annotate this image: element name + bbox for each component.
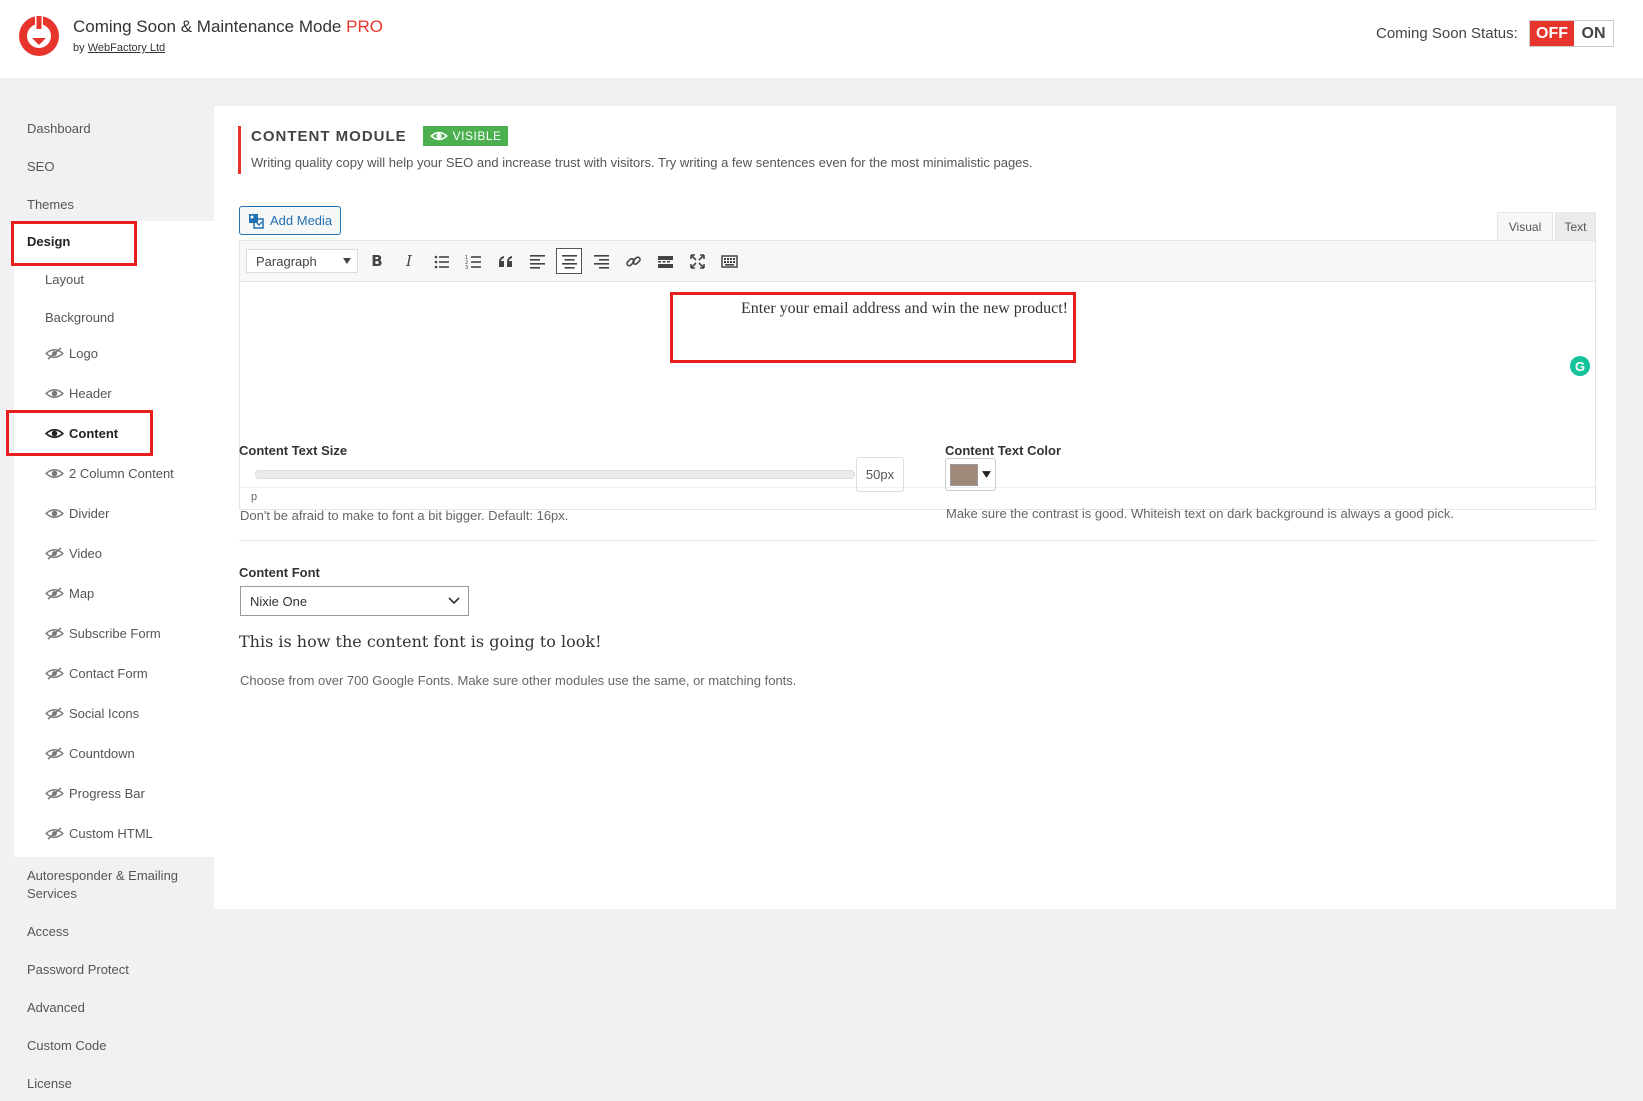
section-divider: [239, 540, 1596, 541]
color-swatch: [950, 463, 978, 486]
add-media-button[interactable]: Add Media: [239, 206, 342, 235]
eye-icon: [45, 509, 64, 518]
chevron-down-icon: [448, 597, 460, 605]
content-font-label: Content Font: [239, 565, 320, 580]
nav-custom-code[interactable]: Custom Code: [27, 1038, 106, 1053]
highlight-design: [11, 221, 137, 266]
content-text-color-picker[interactable]: [945, 458, 996, 491]
sub-background[interactable]: Background: [45, 310, 114, 325]
nav-access[interactable]: Access: [27, 924, 69, 939]
eye-slash-icon: [45, 747, 64, 760]
plugin-logo-icon: [19, 14, 59, 56]
align-right-icon[interactable]: [588, 248, 614, 274]
module-logo[interactable]: Logo: [45, 346, 98, 361]
eye-slash-icon: [45, 627, 64, 640]
italic-icon[interactable]: I: [396, 248, 422, 274]
eye-slash-icon: [45, 587, 64, 600]
highlight-editor-text: [670, 292, 1076, 363]
nav-seo[interactable]: SEO: [27, 159, 54, 174]
bold-icon[interactable]: B: [364, 248, 390, 274]
byline: by WebFactory Ltd: [73, 42, 166, 54]
module-custom-html[interactable]: Custom HTML: [45, 826, 153, 841]
coming-soon-status-toggle[interactable]: OFF ON: [1529, 20, 1614, 47]
caret-down-icon: [982, 471, 991, 478]
eye-slash-icon: [45, 347, 64, 360]
eye-slash-icon: [45, 707, 64, 720]
blockquote-icon[interactable]: [492, 248, 518, 274]
svg-text:3: 3: [465, 265, 468, 270]
app-title: Coming Soon & Maintenance Mode PRO: [73, 17, 383, 36]
fullscreen-icon[interactable]: [684, 248, 710, 274]
eye-slash-icon: [45, 787, 64, 800]
read-more-icon[interactable]: [652, 248, 678, 274]
content-font-help: Choose from over 700 Google Fonts. Make …: [240, 673, 797, 688]
link-icon[interactable]: [620, 248, 646, 274]
nav-autoresponder[interactable]: Autoresponder & Emailing Services: [27, 867, 202, 903]
module-header: CONTENT MODULE VISIBLE Writing quality c…: [238, 126, 1033, 174]
numbered-list-icon[interactable]: 123: [460, 248, 486, 274]
nav-themes[interactable]: Themes: [27, 197, 74, 212]
eye-icon: [429, 131, 448, 141]
nav-license[interactable]: License: [27, 1076, 72, 1091]
grammarly-icon[interactable]: G: [1570, 356, 1590, 376]
content-text-size-slider[interactable]: [255, 470, 855, 479]
nav-advanced[interactable]: Advanced: [27, 1000, 85, 1015]
content-font-preview: This is how the content font is going to…: [239, 632, 602, 651]
align-left-icon[interactable]: [524, 248, 550, 274]
module-contact-form[interactable]: Contact Form: [45, 666, 148, 681]
module-subscribe-form[interactable]: Subscribe Form: [45, 626, 161, 641]
nav-dashboard[interactable]: Dashboard: [27, 121, 91, 136]
toggle-off[interactable]: OFF: [1530, 21, 1574, 46]
content-text-size-label: Content Text Size: [239, 443, 348, 458]
module-title: CONTENT MODULE VISIBLE: [251, 126, 1033, 146]
bullet-list-icon[interactable]: [428, 248, 454, 274]
eye-slash-icon: [45, 827, 64, 840]
highlight-content: [6, 410, 153, 456]
coming-soon-status-label: Coming Soon Status:: [1376, 25, 1518, 42]
content-text-size-help: Don't be afraid to make to font a bit bi…: [240, 508, 569, 523]
format-select[interactable]: Paragraph: [246, 249, 358, 273]
module-2-column-content[interactable]: 2 Column Content: [45, 466, 174, 481]
author-link[interactable]: WebFactory Ltd: [88, 42, 165, 54]
content-text-color-help: Make sure the contrast is good. Whiteish…: [946, 506, 1454, 521]
module-video[interactable]: Video: [45, 546, 102, 561]
caret-down-icon: [343, 258, 351, 264]
content-text-size-value[interactable]: 50px: [856, 457, 904, 492]
module-countdown[interactable]: Countdown: [45, 746, 135, 761]
content-text-color-label: Content Text Color: [945, 443, 1062, 458]
content-font-select[interactable]: Nixie One: [240, 586, 469, 616]
module-progress-bar[interactable]: Progress Bar: [45, 786, 145, 801]
tab-visual[interactable]: Visual: [1497, 212, 1553, 240]
media-icon: [249, 213, 264, 229]
tab-text[interactable]: Text: [1555, 212, 1596, 240]
toggle-on[interactable]: ON: [1574, 21, 1613, 46]
editor-toolbar: Paragraph B I 123: [240, 241, 1595, 282]
keyboard-icon[interactable]: [716, 248, 742, 274]
top-bar: Coming Soon & Maintenance Mode PRO by We…: [0, 0, 1643, 78]
content-module-panel: CONTENT MODULE VISIBLE Writing quality c…: [214, 106, 1616, 909]
module-divider[interactable]: Divider: [45, 506, 109, 521]
nav-password-protect[interactable]: Password Protect: [27, 962, 129, 977]
eye-icon: [45, 469, 64, 478]
module-map[interactable]: Map: [45, 586, 94, 601]
module-header[interactable]: Header: [45, 386, 112, 401]
module-social-icons[interactable]: Social Icons: [45, 706, 139, 721]
pro-label: PRO: [346, 17, 383, 36]
align-center-icon[interactable]: [556, 248, 582, 274]
eye-slash-icon: [45, 667, 64, 680]
module-description: Writing quality copy will help your SEO …: [251, 155, 1033, 170]
eye-icon: [45, 389, 64, 398]
eye-slash-icon: [45, 547, 64, 560]
sub-layout[interactable]: Layout: [45, 272, 84, 287]
visible-badge: VISIBLE: [422, 126, 508, 146]
